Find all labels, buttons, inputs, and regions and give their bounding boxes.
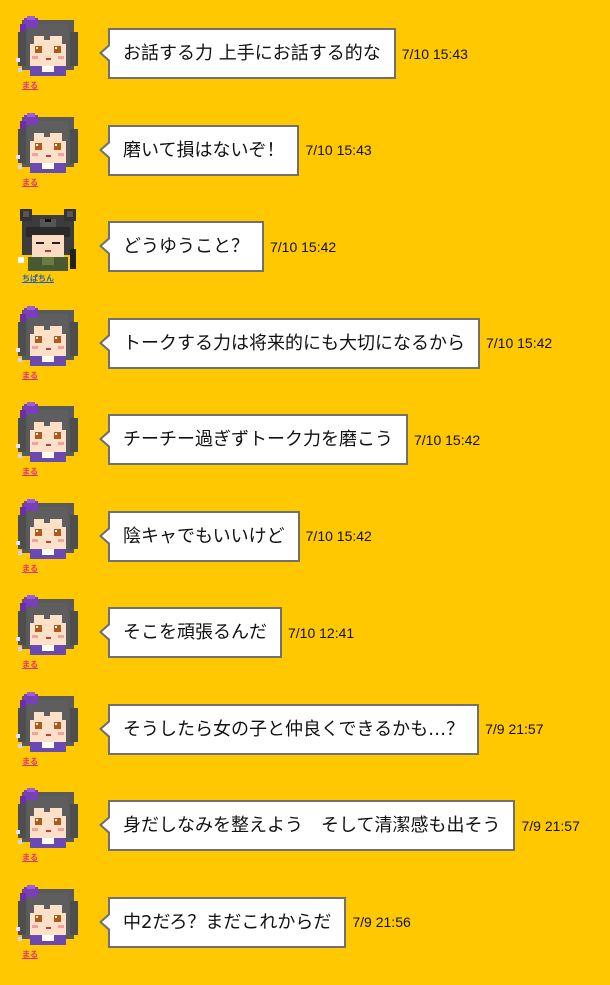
message-timestamp: 7/10 15:42 xyxy=(414,431,481,448)
message-bubble: 磨いて損はないぞ！ xyxy=(98,124,300,176)
chat-message: まる そうしたら女の子と仲良くできるかも…？ 7/9 21:57 xyxy=(0,676,610,773)
message-bubble: お話する力 上手にお話する的な xyxy=(99,28,396,79)
chat-message: まる 陰キャでもいいけど 7/10 15:42 xyxy=(0,483,610,580)
message-bubble: トークする力は将来的にも大切になるから xyxy=(99,317,480,369)
username-link[interactable]: まる xyxy=(22,950,38,960)
username-link[interactable]: まる xyxy=(22,178,38,188)
chat-message: まる 身だしなみを整えよう そして清潔感も出そう 7/9 21:57 xyxy=(0,772,610,869)
chat-message: まる トークする力は将来的にも大切になるから 7/10 15:42 xyxy=(0,290,610,387)
message-avatar-block: まる xyxy=(6,107,88,189)
message-timestamp: 7/10 12:41 xyxy=(288,624,355,641)
message-bubble: どうゆうこと？ xyxy=(99,221,264,272)
message-avatar-block: まる xyxy=(6,396,88,478)
purple-hair-girl-icon[interactable] xyxy=(16,111,80,175)
message-bubble: そこを頑張るんだ xyxy=(99,607,282,658)
message-avatar-block: まる xyxy=(6,589,88,671)
chat-message: ちばちん どうゆうこと？ 7/10 15:42 xyxy=(0,193,610,290)
message-timestamp: 7/10 15:42 xyxy=(486,335,553,351)
purple-hair-girl-icon[interactable] xyxy=(16,400,80,464)
purple-hair-girl-icon[interactable] xyxy=(16,497,80,561)
message-avatar-block: まる xyxy=(6,879,88,961)
username-link[interactable]: まる xyxy=(22,757,38,767)
message-avatar-block: まる xyxy=(6,10,88,92)
bear-hood-boy-icon[interactable] xyxy=(16,207,80,271)
username-link[interactable]: まる xyxy=(22,564,38,574)
chat-message: まる そこを頑張るんだ 7/10 12:41 xyxy=(0,579,610,676)
message-avatar-block: まる xyxy=(6,300,88,382)
message-avatar-block: まる xyxy=(6,686,88,768)
message-avatar-block: まる xyxy=(6,493,88,575)
purple-hair-girl-icon[interactable] xyxy=(16,883,80,947)
chat-message: まる チーチー過ぎずトーク力を磨こう 7/10 15:42 xyxy=(0,386,610,483)
message-timestamp: 7/9 21:56 xyxy=(352,914,411,930)
message-avatar-block: まる xyxy=(6,782,88,864)
username-link[interactable]: まる xyxy=(22,371,38,381)
message-timestamp: 7/10 15:42 xyxy=(270,238,337,255)
username-link[interactable]: ちばちん xyxy=(22,274,54,284)
message-timestamp: 7/10 15:43 xyxy=(305,142,372,158)
username-link[interactable]: まる xyxy=(22,660,38,670)
username-link[interactable]: まる xyxy=(22,467,38,477)
chat-message: まる お話する力 上手にお話する的な 7/10 15:43 xyxy=(0,0,610,97)
message-bubble: 身だしなみを整えよう そして清潔感も出そう xyxy=(98,800,516,851)
chat-feed: まる お話する力 上手にお話する的な 7/10 15:43 まる 磨いて損はないぞ！ xyxy=(0,0,610,965)
message-bubble: チーチー過ぎずトーク力を磨こう xyxy=(99,414,408,465)
message-bubble: そうしたら女の子と仲良くできるかも…？ xyxy=(98,703,480,755)
message-timestamp: 7/10 15:43 xyxy=(401,45,468,62)
purple-hair-girl-icon[interactable] xyxy=(16,304,80,368)
purple-hair-girl-icon[interactable] xyxy=(16,593,80,657)
purple-hair-girl-icon[interactable] xyxy=(16,690,80,754)
purple-hair-girl-icon[interactable] xyxy=(16,786,80,850)
message-timestamp: 7/9 21:57 xyxy=(485,721,544,737)
message-timestamp: 7/9 21:57 xyxy=(521,817,580,834)
username-link[interactable]: まる xyxy=(22,81,38,91)
username-link[interactable]: まる xyxy=(22,853,38,863)
message-bubble: 中2だろ？まだこれからだ xyxy=(98,896,347,948)
chat-message: まる 磨いて損はないぞ！ 7/10 15:43 xyxy=(0,97,610,194)
message-timestamp: 7/10 15:42 xyxy=(305,528,372,544)
message-avatar-block: ちばちん xyxy=(6,203,88,285)
chat-message: まる 中2だろ？まだこれからだ 7/9 21:56 xyxy=(0,869,610,966)
purple-hair-girl-icon[interactable] xyxy=(16,14,80,78)
message-bubble: 陰キャでもいいけど xyxy=(99,510,300,562)
